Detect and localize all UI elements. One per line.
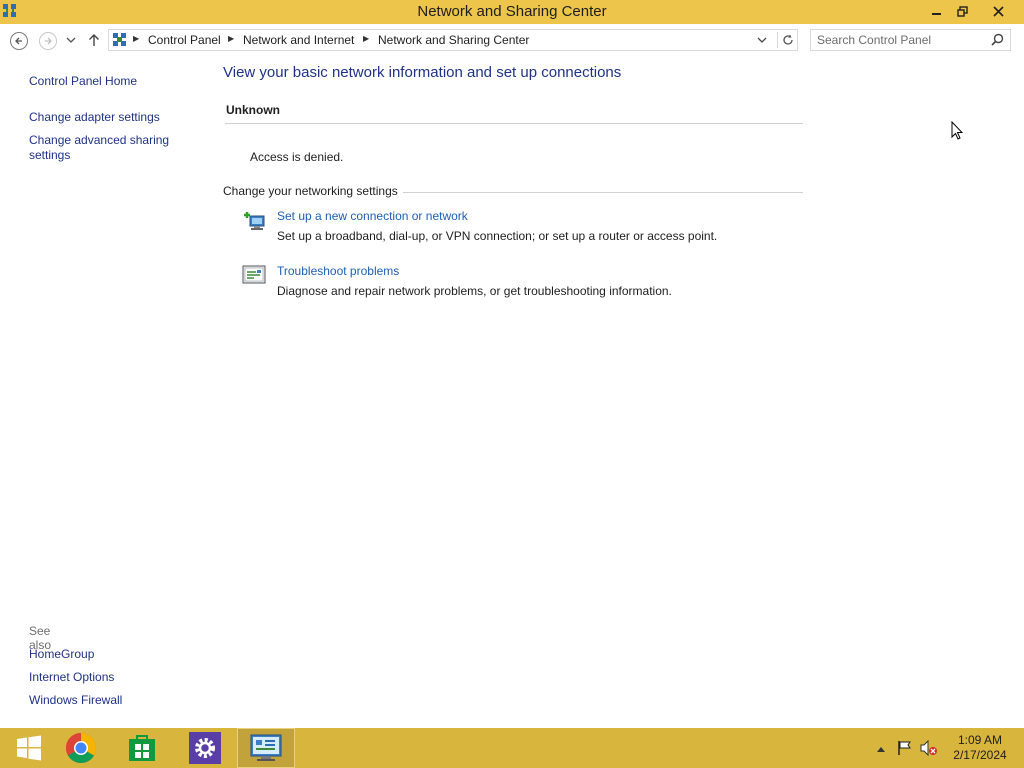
breadcrumb-control-panel[interactable]: Control Panel <box>148 33 221 47</box>
change-advanced-sharing-link[interactable]: Change advanced sharing settings <box>29 133 189 163</box>
setup-connection-link[interactable]: Set up a new connection or network <box>277 209 468 223</box>
troubleshoot-link[interactable]: Troubleshoot problems <box>277 264 399 278</box>
forward-arrow-icon <box>45 37 52 45</box>
control-panel-icon <box>113 33 126 46</box>
status-message: Access is denied. <box>250 150 344 164</box>
settings-icon <box>189 732 221 764</box>
divider <box>403 192 803 193</box>
up-arrow-icon[interactable] <box>88 33 100 47</box>
refresh-icon <box>783 34 793 45</box>
breadcrumb-separator-icon[interactable]: ▶ <box>228 34 234 43</box>
title-bar: Network and Sharing Center <box>0 0 1024 24</box>
section-header: Change your networking settings <box>223 184 398 198</box>
breadcrumb-separator-icon[interactable]: ▶ <box>363 34 369 43</box>
breadcrumb-separator-icon[interactable]: ▶ <box>133 34 139 43</box>
system-clock[interactable]: 1:09 AM 2/17/2024 <box>948 733 1012 763</box>
breadcrumb-network-and-internet[interactable]: Network and Internet <box>243 33 354 47</box>
address-bar[interactable]: ▶ Control Panel ▶ Network and Internet ▶… <box>108 29 798 51</box>
network-center-taskbar-button[interactable] <box>237 728 295 768</box>
start-button[interactable] <box>0 728 58 768</box>
volume-muted-icon[interactable] <box>920 740 938 756</box>
chrome-taskbar-button[interactable] <box>52 728 110 768</box>
breadcrumb-network-and-sharing-center[interactable]: Network and Sharing Center <box>378 33 529 47</box>
close-button[interactable] <box>983 0 1013 22</box>
close-icon <box>992 5 1004 17</box>
clock-date: 2/17/2024 <box>953 748 1007 762</box>
new-connection-icon <box>244 212 265 230</box>
navigation-bar: ▶ Control Panel ▶ Network and Internet ▶… <box>0 24 1024 58</box>
windows-start-icon <box>17 735 41 761</box>
internet-options-link[interactable]: Internet Options <box>29 670 114 684</box>
refresh-button[interactable] <box>777 32 798 48</box>
clock-time: 1:09 AM <box>957 733 1003 747</box>
control-panel-home-link[interactable]: Control Panel Home <box>29 74 137 89</box>
search-input[interactable] <box>817 32 987 48</box>
page-title: View your basic network information and … <box>223 64 622 81</box>
search-box[interactable] <box>810 29 1011 51</box>
recent-locations-dropdown-icon[interactable] <box>66 36 76 44</box>
homegroup-link[interactable]: HomeGroup <box>29 647 94 661</box>
divider <box>225 123 803 124</box>
troubleshoot-icon <box>242 265 266 284</box>
restore-button[interactable] <box>947 0 977 22</box>
restore-icon <box>956 5 968 17</box>
back-arrow-icon <box>15 37 22 45</box>
settings-taskbar-button[interactable] <box>176 728 234 768</box>
taskbar: 1:09 AM 2/17/2024 <box>0 728 1024 768</box>
search-icon[interactable] <box>991 33 1004 46</box>
network-center-icon <box>250 734 282 761</box>
change-adapter-settings-link[interactable]: Change adapter settings <box>29 110 160 125</box>
address-dropdown-icon[interactable] <box>757 33 767 47</box>
forward-button[interactable] <box>39 32 57 50</box>
back-button[interactable] <box>10 32 28 50</box>
troubleshoot-description: Diagnose and repair network problems, or… <box>277 284 672 298</box>
mouse-cursor-icon <box>951 121 963 140</box>
action-center-flag-icon[interactable] <box>897 740 913 756</box>
minimize-icon <box>932 13 941 15</box>
network-name: Unknown <box>226 103 280 117</box>
show-hidden-icons-icon[interactable] <box>876 745 886 753</box>
windows-firewall-link[interactable]: Windows Firewall <box>29 693 122 707</box>
store-taskbar-button[interactable] <box>113 728 171 768</box>
store-icon <box>129 735 155 761</box>
chrome-icon <box>65 733 97 764</box>
setup-connection-description: Set up a broadband, dial-up, or VPN conn… <box>277 229 718 243</box>
window-title: Network and Sharing Center <box>417 3 607 20</box>
